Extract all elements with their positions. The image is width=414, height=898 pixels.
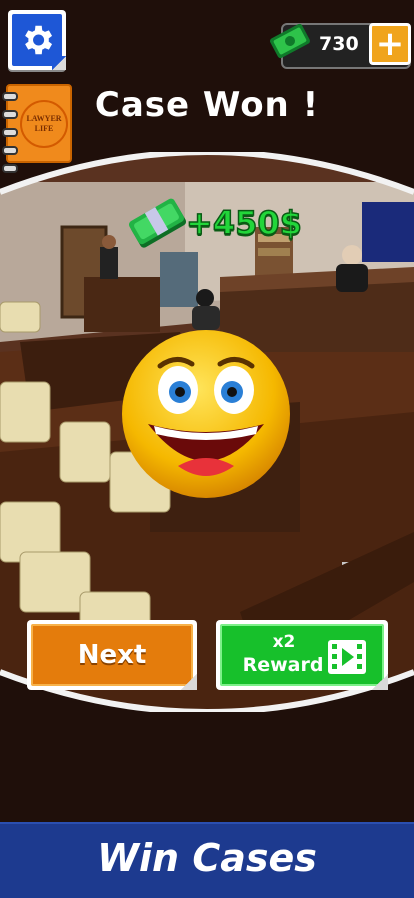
result-title: Case Won ! (94, 85, 320, 125)
reward-cash-icon (128, 198, 187, 248)
video-icon (328, 640, 366, 674)
reward-amount: +450$ (185, 203, 302, 243)
banner-text: Win Cases (97, 836, 317, 880)
add-money-button[interactable]: + (369, 23, 411, 65)
double-reward-button[interactable]: x2 Reward (216, 620, 388, 690)
reward-multiplier: x2 (272, 632, 296, 652)
next-button-label: Next (77, 640, 147, 670)
settings-button[interactable] (8, 10, 66, 70)
emoji-icon (122, 330, 290, 498)
cash-icon (270, 23, 310, 59)
next-button[interactable]: Next (27, 620, 197, 690)
plus-icon: + (375, 24, 405, 64)
gear-icon (25, 25, 53, 55)
money-amount: 730 (319, 33, 359, 55)
promo-banner: Win Cases (0, 822, 414, 898)
reward-button-label: Reward (242, 654, 324, 676)
